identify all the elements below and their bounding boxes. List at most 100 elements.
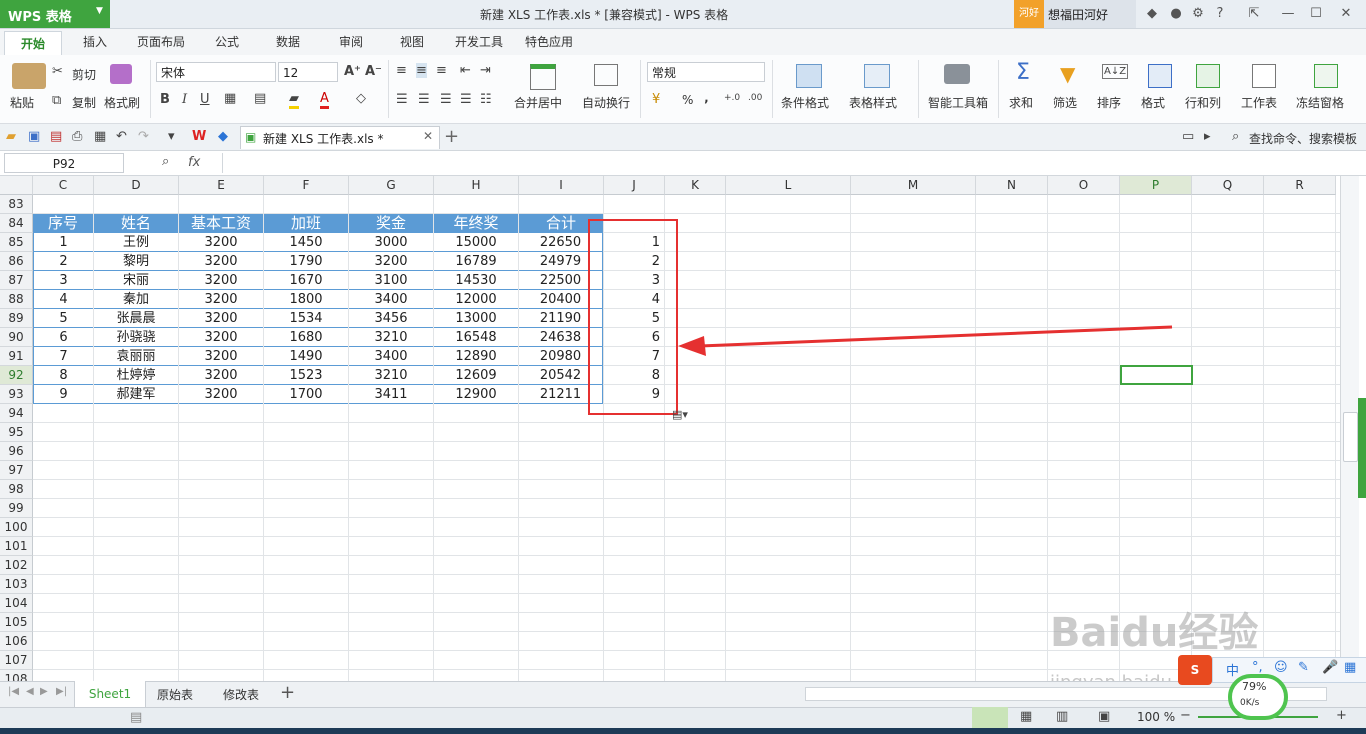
row-header[interactable]: 85 [0,233,33,252]
column-header[interactable]: P [1120,176,1192,195]
page-layout-view-icon[interactable]: ▥ [1056,709,1068,724]
format-painter-icon[interactable] [110,64,132,84]
print-preview-icon[interactable]: ▦ [94,129,106,144]
table-cell[interactable]: 黎明 [94,252,178,271]
column-header[interactable]: C [33,176,94,195]
font-shrink-icon[interactable]: A⁻ [365,64,382,79]
new-tab-icon[interactable]: + [444,126,459,147]
table-cell[interactable]: 孙骁骁 [94,328,178,347]
table-cell[interactable]: 1800 [264,290,348,309]
table-header-cell[interactable]: 序号 [33,214,93,233]
table-cell[interactable]: 3200 [179,385,263,404]
column-header[interactable]: O [1048,176,1120,195]
number-format-select[interactable]: 常规 [647,62,765,82]
restore-window-icon[interactable]: ⇱ [1246,6,1262,22]
table-cell[interactable]: 袁丽丽 [94,347,178,366]
sheet-nav-prev-icon[interactable]: ◀ [26,686,34,697]
worksheet-button[interactable]: 工作表 [1241,94,1277,111]
decrease-decimal-icon[interactable]: .00 [748,93,762,103]
font-grow-icon[interactable]: A⁺ [344,64,361,79]
conditional-format-icon[interactable] [796,64,822,88]
smart-toolbox-button[interactable]: 智能工具箱 [928,94,988,111]
row-header[interactable]: 92 [0,366,33,385]
underline-icon[interactable]: U [200,92,210,107]
row-header[interactable]: 108 [0,670,33,681]
table-cell[interactable]: 3200 [179,347,263,366]
row-header[interactable]: 94 [0,404,33,423]
row-header[interactable]: 107 [0,651,33,670]
table-cell[interactable]: 9 [33,385,93,404]
column-header[interactable]: L [726,176,851,195]
sheet-tab-original[interactable]: 原始表 [157,686,193,703]
row-header[interactable]: 97 [0,461,33,480]
table-cell[interactable]: 3200 [179,233,263,252]
sum-button[interactable]: 求和 [1009,94,1033,111]
settings-icon[interactable]: ⚙ [1190,6,1206,22]
scissors-icon[interactable]: ✂ [52,64,63,79]
wps-menu-button[interactable]: WPS 表格 ▼ [0,0,110,28]
table-style-button[interactable]: 表格样式 [849,94,897,111]
increase-decimal-icon[interactable]: +.0 [724,93,740,103]
print-icon[interactable]: ⎙ [72,129,82,144]
font-size-select[interactable]: 12 [278,62,338,82]
table-cell[interactable]: 12000 [434,290,518,309]
table-cell[interactable]: 7 [33,347,93,366]
table-header-cell[interactable]: 奖金 [349,214,433,233]
name-box[interactable]: P92 [4,153,124,173]
italic-icon[interactable]: I [182,92,187,107]
table-cell[interactable]: 14530 [434,271,518,290]
filter-button[interactable]: 筛选 [1053,94,1077,111]
table-cell[interactable]: 3400 [349,290,433,309]
sheet-tab-modified[interactable]: 修改表 [223,686,259,703]
row-header[interactable]: 106 [0,632,33,651]
page-break-view-icon[interactable]: ▦ [1020,709,1032,724]
sum-icon[interactable]: Σ [1016,60,1030,85]
table-cell[interactable]: 3000 [349,233,433,252]
table-cell[interactable]: 4 [33,290,93,309]
tab-view[interactable]: 视图 [400,33,424,50]
table-cell[interactable]: 3411 [349,385,433,404]
vertical-scroll-thumb[interactable] [1343,412,1358,462]
table-cell[interactable]: 3200 [179,366,263,385]
column-header[interactable]: F [264,176,349,195]
sort-icon[interactable]: A↓Z [1102,64,1129,79]
zoom-out-icon[interactable]: − [1180,708,1191,723]
column-header[interactable]: Q [1192,176,1264,195]
sort-button[interactable]: 排序 [1097,94,1121,111]
row-header[interactable]: 102 [0,556,33,575]
tab-page-layout[interactable]: 页面布局 [137,33,185,50]
table-cell[interactable]: 王例 [94,233,178,252]
table-cell[interactable]: 8 [33,366,93,385]
sheet-nav-next-icon[interactable]: ▶ [40,686,48,697]
format-icon[interactable] [1148,64,1172,88]
table-cell[interactable]: 3200 [179,290,263,309]
tab-developer[interactable]: 开发工具 [455,33,503,50]
add-sheet-icon[interactable]: + [280,682,295,703]
clear-format-icon[interactable]: ◇ [356,91,366,106]
row-header[interactable]: 104 [0,594,33,613]
table-cell[interactable]: 1670 [264,271,348,290]
table-cell[interactable]: 5 [33,309,93,328]
tab-data[interactable]: 数据 [276,33,300,50]
table-cell[interactable]: 1700 [264,385,348,404]
align-middle-icon[interactable]: ≡ [416,63,427,78]
normal-view-icon[interactable] [972,707,1008,728]
comma-button[interactable]: ‚ [704,91,709,105]
currency-icon[interactable]: ¥ [652,92,660,107]
table-cell[interactable]: 12609 [434,366,518,385]
table-cell[interactable]: 15000 [434,233,518,252]
row-header[interactable]: 93 [0,385,33,404]
align-right-icon[interactable]: ☰ [440,92,452,107]
merge-center-icon[interactable] [530,64,556,90]
row-header[interactable]: 105 [0,613,33,632]
align-bottom-icon[interactable]: ≡ [436,63,447,78]
table-cell[interactable]: 宋丽 [94,271,178,290]
cloud-icon[interactable]: ◆ [218,129,228,144]
save-icon[interactable]: ▣ [28,129,40,144]
zoom-in-icon[interactable]: + [1336,708,1347,723]
table-cell[interactable]: 12890 [434,347,518,366]
justify-icon[interactable]: ☰ [460,92,472,107]
side-panel-toggle[interactable] [1358,398,1366,498]
indent-increase-icon[interactable]: ⇥ [480,63,491,78]
merge-center-button[interactable]: 合并居中 [514,94,562,111]
